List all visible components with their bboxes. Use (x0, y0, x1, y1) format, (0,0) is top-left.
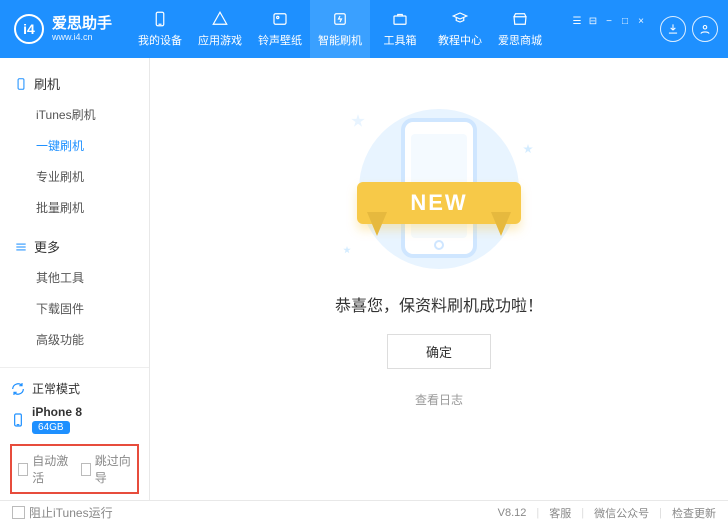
phone-outline-icon (14, 77, 28, 91)
sidebar: 刷机 iTunes刷机 一键刷机 专业刷机 批量刷机 更多 其他工具 下载固件 … (0, 58, 150, 500)
status-wechat[interactable]: 微信公众号 (594, 505, 649, 521)
nav-label: 工具箱 (384, 32, 417, 48)
nav-toolbox[interactable]: 工具箱 (370, 0, 430, 58)
app-logo: i4 爱思助手 www.i4.cn (14, 14, 112, 44)
view-log-link[interactable]: 查看日志 (415, 391, 463, 408)
device-name: iPhone 8 (32, 405, 82, 419)
storage-badge: 64GB (32, 421, 70, 434)
nav-wallpaper[interactable]: 铃声壁纸 (250, 0, 310, 58)
group-more[interactable]: 更多 (0, 231, 149, 262)
new-ribbon: NEW (357, 182, 521, 224)
group-label: 更多 (34, 237, 60, 256)
cb-label: 自动激活 (32, 452, 68, 486)
nav-label: 智能刷机 (318, 32, 362, 48)
version-label: V8.12 (498, 507, 527, 519)
toolbox-icon (391, 10, 409, 28)
window-lock-icon[interactable]: ⊟ (586, 14, 600, 28)
sidebar-item-onekey-flash[interactable]: 一键刷机 (0, 130, 149, 161)
options-highlight: 自动激活 跳过向导 (10, 444, 139, 494)
refresh-icon (10, 381, 26, 397)
shop-icon (511, 10, 529, 28)
nav-tutorials[interactable]: 教程中心 (430, 0, 490, 58)
top-nav: 我的设备 应用游戏 铃声壁纸 智能刷机 工具箱 教程中心 爱思商城 (130, 0, 550, 58)
nav-label: 铃声壁纸 (258, 32, 302, 48)
nav-label: 我的设备 (138, 32, 182, 48)
sidebar-item-batch-flash[interactable]: 批量刷机 (0, 192, 149, 223)
window-close-icon[interactable]: × (634, 14, 648, 28)
checkbox-skip-setup[interactable]: 跳过向导 (81, 452, 132, 486)
wallpaper-icon (271, 10, 289, 28)
status-support[interactable]: 客服 (549, 505, 571, 521)
apps-icon (211, 10, 229, 28)
more-icon (14, 240, 28, 254)
device-mode[interactable]: 正常模式 (10, 376, 139, 401)
nav-shop[interactable]: 爱思商城 (490, 0, 550, 58)
logo-icon: i4 (14, 14, 44, 44)
mode-label: 正常模式 (32, 380, 80, 397)
sidebar-item-advanced[interactable]: 高级功能 (0, 324, 149, 355)
window-menu-icon[interactable]: ☰ (570, 14, 584, 28)
device-info[interactable]: iPhone 8 64GB (10, 401, 139, 438)
tutorial-icon (451, 10, 469, 28)
success-illustration: NEW (349, 104, 529, 274)
confirm-button[interactable]: 确定 (387, 334, 491, 369)
group-flash[interactable]: 刷机 (0, 68, 149, 99)
group-label: 刷机 (34, 74, 60, 93)
checkbox-block-itunes[interactable]: 阻止iTunes运行 (12, 504, 113, 521)
status-check-update[interactable]: 检查更新 (672, 505, 716, 521)
flash-icon (331, 10, 349, 28)
app-url: www.i4.cn (52, 32, 112, 42)
sidebar-item-other-tools[interactable]: 其他工具 (0, 262, 149, 293)
nav-label: 教程中心 (438, 32, 482, 48)
device-icon (10, 412, 26, 428)
nav-apps[interactable]: 应用游戏 (190, 0, 250, 58)
main-content: NEW 恭喜您，保资料刷机成功啦！ 确定 查看日志 (150, 58, 728, 500)
download-button[interactable] (660, 16, 686, 42)
window-maximize-icon[interactable]: □ (618, 14, 632, 28)
nav-label: 应用游戏 (198, 32, 242, 48)
nav-flash[interactable]: 智能刷机 (310, 0, 370, 58)
sidebar-item-pro-flash[interactable]: 专业刷机 (0, 161, 149, 192)
sidebar-item-itunes-flash[interactable]: iTunes刷机 (0, 99, 149, 130)
checkbox-auto-activate[interactable]: 自动激活 (18, 452, 69, 486)
app-name: 爱思助手 (52, 16, 112, 32)
sidebar-item-download-firmware[interactable]: 下载固件 (0, 293, 149, 324)
success-message: 恭喜您，保资料刷机成功啦！ (335, 292, 543, 316)
window-minimize-icon[interactable]: − (602, 14, 616, 28)
phone-icon (151, 10, 169, 28)
cb-label: 跳过向导 (95, 452, 131, 486)
status-bar: 阻止iTunes运行 V8.12 | 客服 | 微信公众号 | 检查更新 (0, 500, 728, 524)
user-button[interactable] (692, 16, 718, 42)
cb-label: 阻止iTunes运行 (29, 504, 113, 521)
nav-label: 爱思商城 (498, 32, 542, 48)
nav-my-device[interactable]: 我的设备 (130, 0, 190, 58)
